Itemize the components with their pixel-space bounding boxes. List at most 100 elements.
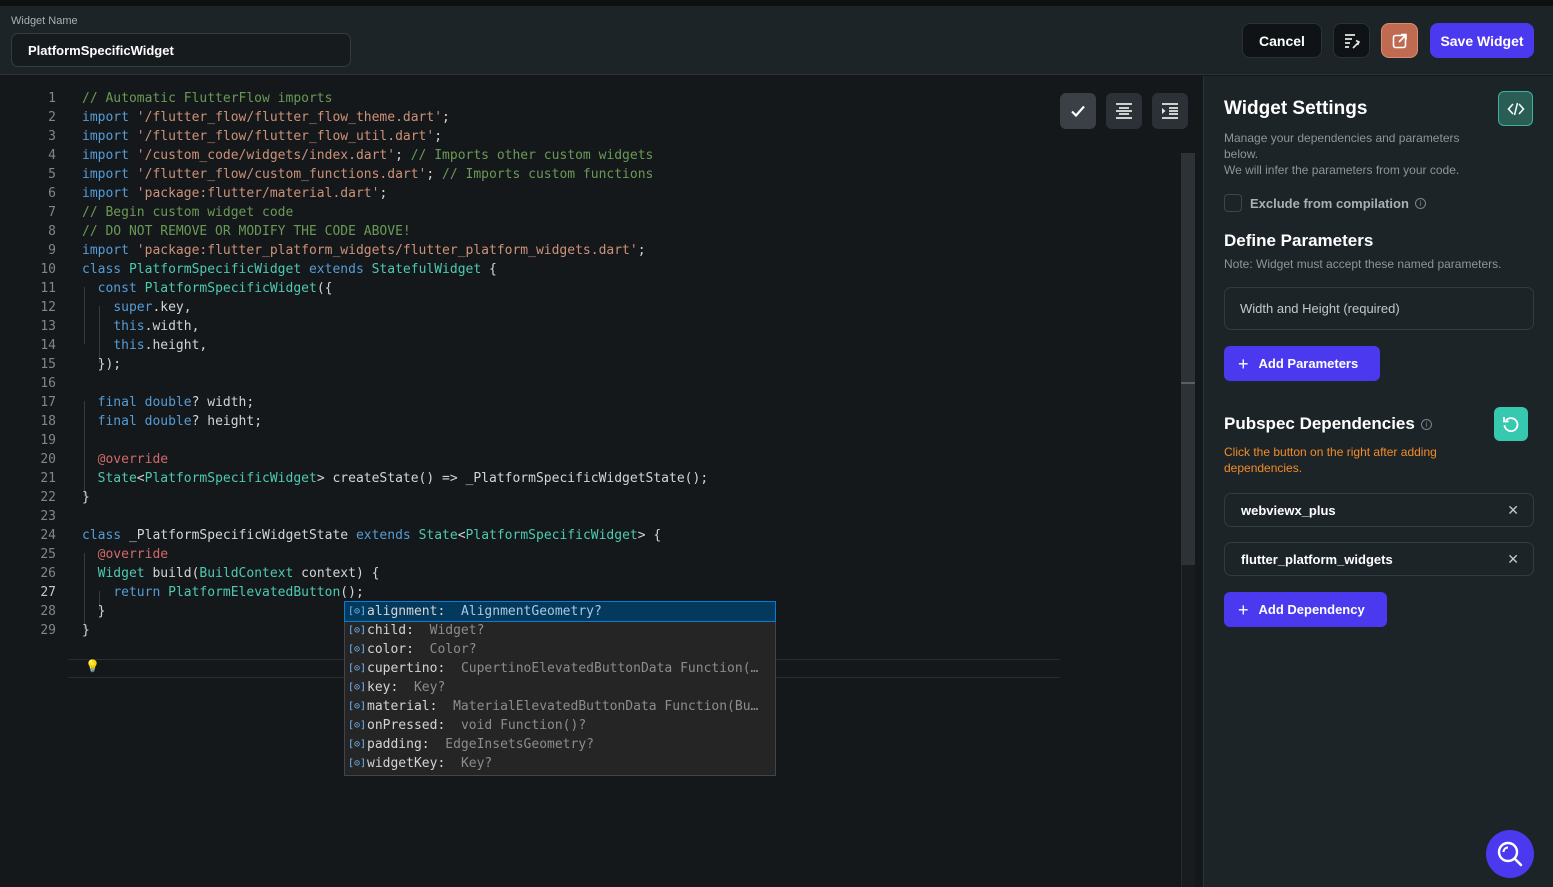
- code-line[interactable]: 17 final double? width;: [0, 393, 1060, 412]
- remove-dependency-icon[interactable]: ✕: [1507, 551, 1519, 568]
- code-token: }: [82, 604, 106, 619]
- code-line[interactable]: 12 super.key,: [0, 298, 1060, 317]
- code-line[interactable]: 21 State<PlatformSpecificWidget> createS…: [0, 469, 1060, 488]
- suggestion-item[interactable]: [⊝] cupertino: CupertinoElevatedButtonDat…: [345, 659, 775, 678]
- code-line[interactable]: 13 this.width,: [0, 317, 1060, 336]
- code-token: import: [82, 243, 129, 258]
- info-icon[interactable]: i: [1420, 418, 1432, 430]
- code-line[interactable]: 1 // Automatic FlutterFlow imports: [0, 89, 1060, 108]
- code-text: // Begin custom widget code: [82, 203, 293, 222]
- code-line[interactable]: 6 import 'package:flutter/material.dart';: [0, 184, 1060, 203]
- line-number: 26: [40, 566, 56, 581]
- search-help-button[interactable]: [1486, 830, 1534, 878]
- line-number: 11: [40, 281, 56, 296]
- format-code-button[interactable]: [1333, 23, 1370, 58]
- exclude-compilation-checkbox[interactable]: [1224, 194, 1242, 212]
- suggestion-item[interactable]: [⊝] widgetKey: Key?: [345, 754, 775, 773]
- code-text: State<PlatformSpecificWidget> createStat…: [82, 469, 709, 488]
- code-line[interactable]: 11 const PlatformSpecificWidget({: [0, 279, 1060, 298]
- code-line[interactable]: 22}: [0, 488, 1060, 507]
- suggestion-item[interactable]: [⊝] alignment: AlignmentGeometry?: [344, 601, 776, 622]
- widget-name-input[interactable]: PlatformSpecificWidget: [11, 33, 351, 67]
- suggestion-item[interactable]: [⊝] onPressed: void Function()?: [345, 716, 775, 735]
- code-token: return: [113, 585, 161, 600]
- parameter-item[interactable]: Width and Height (required): [1224, 287, 1534, 330]
- code-line[interactable]: 20 @override: [0, 450, 1060, 469]
- suggestion-item[interactable]: [⊝] padding: EdgeInsetsGeometry?: [345, 735, 775, 754]
- code-token: class: [82, 528, 122, 543]
- add-parameters-label: Add Parameters: [1258, 356, 1359, 371]
- code-line[interactable]: 15 });: [0, 355, 1060, 374]
- align-center-button[interactable]: [1106, 93, 1142, 129]
- code-line[interactable]: 16: [0, 374, 1060, 393]
- exclude-compilation-label[interactable]: Exclude from compilation: [1250, 196, 1409, 211]
- code-line[interactable]: 19: [0, 431, 1060, 450]
- code-line[interactable]: 18 final double? height;: [0, 412, 1060, 431]
- define-parameters-title: Define Parameters: [1224, 231, 1374, 250]
- code-line[interactable]: 9 import 'package:flutter_platform_widget…: [0, 241, 1060, 260]
- indent-icon: [1162, 103, 1178, 119]
- check-code-button[interactable]: [1060, 93, 1096, 129]
- save-widget-button[interactable]: Save Widget: [1430, 23, 1534, 58]
- suggestion-item[interactable]: [⊝] child: Widget?: [345, 621, 775, 640]
- code-line[interactable]: 3 import '/flutter_flow/flutter_flow_util…: [0, 127, 1060, 146]
- code-text: import '/flutter_flow/custom_functions.d…: [82, 165, 653, 184]
- code-line[interactable]: 23: [0, 507, 1060, 526]
- line-number: 29: [40, 623, 56, 638]
- code-token: Widget: [97, 566, 145, 581]
- code-token: extends: [355, 528, 411, 543]
- code-text: this.width,: [82, 317, 199, 336]
- cancel-button[interactable]: Cancel: [1242, 23, 1322, 58]
- remove-dependency-icon[interactable]: ✕: [1507, 502, 1519, 519]
- suggestion-item[interactable]: [⊝] color: Color?: [345, 640, 775, 659]
- open-external-button[interactable]: [1381, 23, 1418, 58]
- lightbulb-icon[interactable]: 💡: [85, 659, 100, 673]
- suggestion-type: EdgeInsetsGeometry?: [445, 737, 594, 752]
- code-text: Widget build(BuildContext context) {: [82, 564, 380, 583]
- code-token: 'package:flutter/material.dart': [136, 186, 380, 201]
- suggestion-name: child:: [367, 623, 414, 638]
- widget-settings-title: Widget Settings: [1224, 98, 1368, 119]
- code-line[interactable]: 26 Widget build(BuildContext context) {: [0, 564, 1060, 583]
- add-parameters-button[interactable]: + Add Parameters: [1224, 346, 1380, 381]
- code-line[interactable]: 10 class PlatformSpecificWidget extends S…: [0, 260, 1060, 279]
- external-link-icon: [1392, 33, 1407, 48]
- code-line[interactable]: 5 import '/flutter_flow/custom_functions.…: [0, 165, 1060, 184]
- indent-button[interactable]: [1152, 93, 1188, 129]
- code-token: .key,: [152, 300, 192, 315]
- code-line[interactable]: 7 // Begin custom widget code: [0, 203, 1060, 222]
- autocomplete-popup[interactable]: [⊝] alignment: AlignmentGeometry? [⊝] child…: [344, 601, 776, 776]
- suggestion-type: Widget?: [429, 623, 485, 638]
- code-text: // Automatic FlutterFlow imports: [82, 89, 332, 108]
- code-token: _PlatformSpecificWidgetState: [121, 528, 356, 543]
- code-token: '/flutter_flow/flutter_flow_theme.dart': [136, 110, 443, 125]
- header-bar: Widget Name PlatformSpecificWidget Cance…: [0, 6, 1553, 75]
- suggestion-item[interactable]: [⊝] key: Key?: [345, 678, 775, 697]
- code-token: // Automatic FlutterFlow imports: [82, 91, 333, 106]
- line-number: 6: [48, 186, 56, 201]
- code-text: final double? width;: [82, 393, 255, 412]
- code-line[interactable]: 2 import '/flutter_flow/flutter_flow_them…: [0, 108, 1060, 127]
- code-line[interactable]: 24 class _PlatformSpecificWidgetState ext…: [0, 526, 1060, 545]
- editor-scrollbar-thumb[interactable]: [1181, 153, 1195, 565]
- code-line[interactable]: 25 @override: [0, 545, 1060, 564]
- view-code-button[interactable]: [1498, 91, 1533, 126]
- code-line[interactable]: 8 // DO NOT REMOVE OR MODIFY THE CODE ABO…: [0, 222, 1060, 241]
- code-line[interactable]: 27 return PlatformElevatedButton();: [0, 583, 1060, 602]
- code-token: import: [82, 148, 129, 163]
- refresh-dependencies-button[interactable]: [1494, 407, 1528, 441]
- suggestion-item[interactable]: [⊝] material: MaterialElevatedButtonData …: [345, 697, 775, 716]
- code-token: super: [113, 300, 153, 315]
- code-line[interactable]: 14 this.height,: [0, 336, 1060, 355]
- add-dependency-button[interactable]: + Add Dependency: [1224, 592, 1387, 627]
- code-line[interactable]: 4 import '/custom_code/widgets/index.dart…: [0, 146, 1060, 165]
- code-text: this.height,: [82, 336, 207, 355]
- define-parameters-note: Note: Widget must accept these named par…: [1224, 257, 1502, 271]
- info-icon[interactable]: i: [1414, 197, 1426, 209]
